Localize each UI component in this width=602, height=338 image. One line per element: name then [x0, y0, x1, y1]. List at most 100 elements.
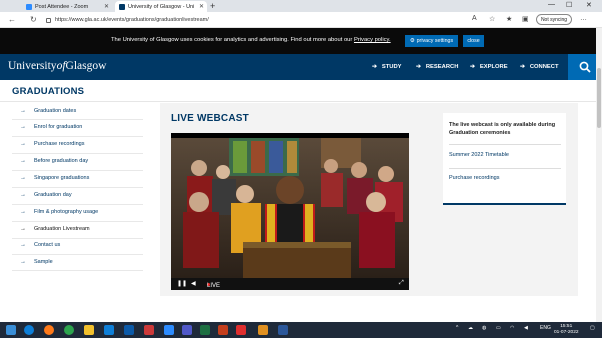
tab-title: Post Attendee - Zoom — [35, 3, 89, 10]
sidebar-item-graduation-day[interactable]: → Graduation day — [12, 186, 143, 203]
new-tab-button[interactable]: + — [210, 1, 215, 11]
more-icon[interactable]: … — [580, 15, 587, 22]
nav-study[interactable]: ➔ STUDY — [372, 64, 402, 70]
search-icon — [579, 61, 591, 73]
sidebar-item-label: Purchase recordings — [34, 140, 85, 147]
site-header: UniversityofGlasgow ➔ STUDY ➔ RESEARCH ➔ EX… — [0, 54, 602, 80]
minimize-icon[interactable]: — — [548, 1, 555, 8]
teams-icon[interactable] — [182, 325, 192, 335]
zoom-icon — [26, 3, 32, 10]
close-cookie-button[interactable]: close — [463, 35, 484, 47]
favorite-icon[interactable]: ☆ — [489, 15, 495, 23]
sidebar-nav: → Graduation dates → Enrol for graduation … — [12, 102, 143, 271]
profile-button[interactable]: Not syncing — [536, 14, 572, 25]
sidebar-item-label: Before graduation day — [34, 157, 89, 164]
volume-tray-icon[interactable]: ◀ — [524, 325, 528, 331]
divider — [12, 270, 143, 271]
notifications-icon[interactable]: ▢ — [590, 325, 595, 331]
sidebar-item-sample[interactable]: → Sample — [12, 253, 143, 270]
windows-taskbar: ^ ☁ ◍ ▭ ◠ ◀ ENG 15:51 01-07-2022 ▢ — [0, 322, 602, 338]
refresh-icon[interactable]: ↻ — [30, 15, 37, 24]
close-icon[interactable]: ✕ — [199, 3, 204, 10]
divider — [449, 144, 561, 145]
zoom-taskbar-icon[interactable] — [164, 325, 174, 335]
sidebar-item-livestream[interactable]: → Graduation Livestream — [12, 220, 143, 237]
edge-icon[interactable] — [24, 325, 34, 335]
video-player[interactable]: ❚❚ ◀ LIVE ⤢ — [171, 133, 409, 290]
privacy-settings-button[interactable]: ⚙ privacy settings — [405, 35, 458, 47]
cloud-icon[interactable]: ☁ — [468, 325, 473, 331]
active-app-icon[interactable] — [258, 325, 268, 335]
wifi-icon[interactable]: ◠ — [510, 325, 514, 331]
sidebar-item-label: Singapore graduations — [34, 174, 90, 181]
mail-icon[interactable] — [104, 325, 114, 335]
sidebar-item-graduation-dates[interactable]: → Graduation dates — [12, 102, 143, 119]
page-scrollbar[interactable] — [596, 28, 602, 322]
edge-app-icon[interactable] — [124, 325, 134, 335]
tab-title: University of Glasgow - Uni — [128, 3, 195, 10]
language-indicator[interactable]: ENG — [540, 325, 551, 331]
firefox-icon[interactable] — [44, 325, 54, 335]
video-frame[interactable] — [171, 138, 409, 278]
nav-research[interactable]: ➔ RESEARCH — [416, 64, 458, 70]
powerpoint-icon[interactable] — [218, 325, 228, 335]
tab-uog[interactable]: University of Glasgow - Uni ✕ — [115, 1, 207, 12]
scrollbar-thumb[interactable] — [597, 68, 601, 128]
arrow-right-icon: ➔ — [416, 64, 421, 70]
university-logo[interactable]: UniversityofGlasgow — [8, 60, 106, 72]
arrow-right-icon: → — [20, 174, 26, 181]
privacy-policy-link[interactable]: Privacy policy. — [354, 37, 391, 43]
logo-text-of: of — [56, 60, 66, 72]
timetable-link[interactable]: Summer 2022 Timetable — [449, 152, 509, 158]
logo-text-glasgow: Glasgow — [65, 60, 107, 72]
maximize-icon[interactable]: ☐ — [566, 1, 572, 9]
sidebar-item-contact[interactable]: → Contact us — [12, 236, 143, 253]
volume-icon[interactable]: ◀ — [191, 280, 196, 287]
start-icon[interactable] — [6, 325, 16, 335]
sidebar-item-singapore[interactable]: → Singapore graduations — [12, 169, 143, 186]
media-icon[interactable] — [144, 325, 154, 335]
collections-icon[interactable]: ▣ — [522, 15, 529, 23]
word-icon[interactable] — [278, 325, 288, 335]
close-label: close — [467, 38, 480, 44]
nav-study-label: STUDY — [381, 64, 402, 70]
back-icon[interactable]: ← — [8, 15, 16, 24]
pause-icon[interactable]: ❚❚ — [177, 280, 187, 287]
close-window-icon[interactable]: ✕ — [586, 1, 592, 9]
arrow-right-icon: → — [20, 157, 26, 164]
arrow-right-icon: ➔ — [520, 64, 525, 70]
battery-icon[interactable]: ▭ — [496, 325, 501, 331]
explorer-icon[interactable] — [84, 325, 94, 335]
close-icon[interactable]: ✕ — [104, 3, 109, 10]
url-text: https://www.gla.ac.uk/events/graduations… — [55, 17, 209, 23]
read-aloud-icon[interactable]: A — [472, 15, 477, 22]
excel-icon[interactable] — [200, 325, 210, 335]
tab-zoom[interactable]: Post Attendee - Zoom ✕ — [22, 1, 112, 12]
arrow-right-icon: → — [20, 107, 26, 114]
sidebar-item-enrol[interactable]: → Enrol for graduation — [12, 118, 143, 135]
fullscreen-icon[interactable]: ⤢ — [399, 280, 404, 287]
browser-tab-strip: Post Attendee - Zoom ✕ University of Gla… — [0, 0, 602, 12]
url-field[interactable]: https://www.gla.ac.uk/events/graduations… — [46, 14, 466, 26]
nav-explore[interactable]: ➔ EXPLORE — [470, 64, 508, 70]
system-clock[interactable]: 15:51 01-07-2022 — [554, 324, 579, 336]
profile-label: Not syncing — [540, 16, 568, 23]
clock-date: 01-07-2022 — [554, 330, 579, 335]
arrow-right-icon: ➔ — [470, 64, 475, 70]
sidebar-item-before-graduation[interactable]: → Before graduation day — [12, 152, 143, 169]
purchase-recordings-link[interactable]: Purchase recordings — [449, 175, 499, 181]
acrobat-icon[interactable] — [236, 325, 246, 335]
sidebar-item-film-photography[interactable]: → Film & photography usage — [12, 203, 143, 220]
uog-icon — [119, 3, 125, 10]
chevron-up-icon[interactable]: ^ — [456, 325, 458, 331]
nav-connect[interactable]: ➔ CONNECT — [520, 64, 559, 70]
arrow-right-icon: → — [20, 241, 26, 248]
sidebar-item-label: Contact us — [34, 241, 61, 248]
nav-research-label: RESEARCH — [425, 64, 459, 70]
sidebar-item-purchase-recordings[interactable]: → Purchase recordings — [12, 135, 143, 152]
sidebar-item-label: Enrol for graduation — [34, 123, 83, 130]
arrow-right-icon: → — [20, 258, 26, 265]
network-icon[interactable]: ◍ — [482, 325, 486, 331]
favorites-icon[interactable]: ★ — [506, 15, 512, 23]
chrome-icon[interactable] — [64, 325, 74, 335]
